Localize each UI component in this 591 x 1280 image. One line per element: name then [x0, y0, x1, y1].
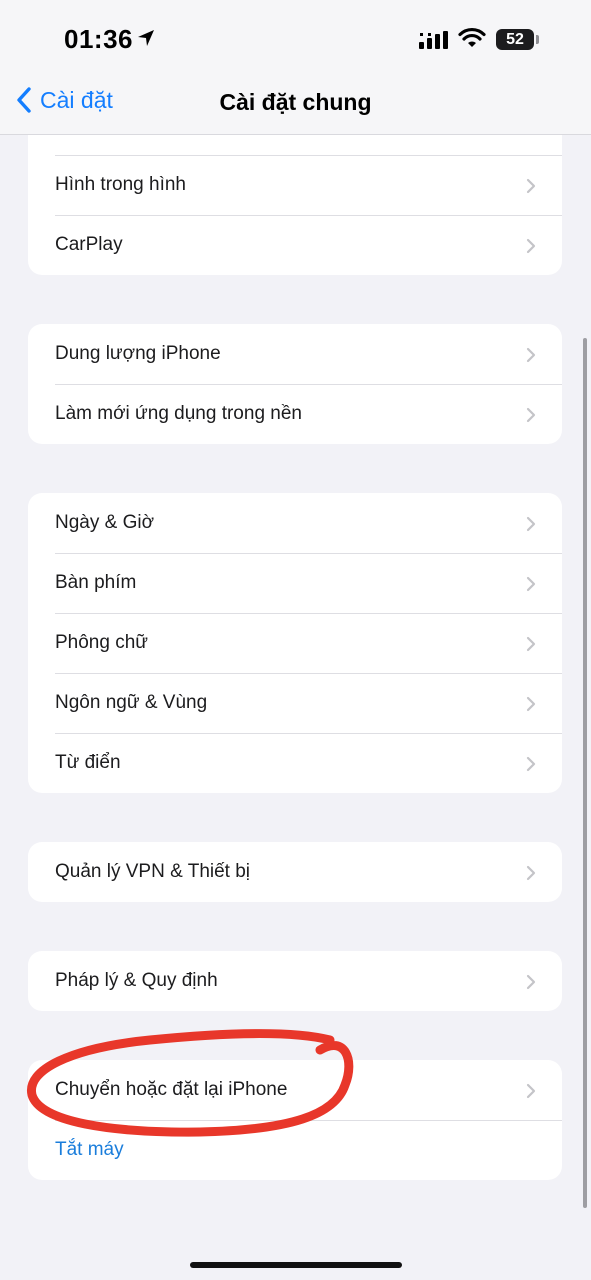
- settings-row-legal-regulatory[interactable]: Pháp lý & Quy định: [28, 951, 562, 1011]
- row-label: Hình trong hình: [55, 174, 186, 195]
- shut-down-label: Tắt máy: [55, 1139, 124, 1160]
- settings-row-keyboard[interactable]: Bàn phím: [28, 553, 562, 613]
- battery-level: 52: [506, 31, 524, 48]
- row-label: Chuyển hoặc đặt lại iPhone: [55, 1079, 288, 1100]
- settings-group-reset: Chuyển hoặc đặt lại iPhone Tắt máy: [28, 1060, 562, 1180]
- settings-row-picture-in-picture[interactable]: Hình trong hình: [28, 155, 562, 215]
- settings-row-carplay[interactable]: CarPlay: [28, 215, 562, 275]
- settings-row-date-time[interactable]: Ngày & Giờ: [28, 493, 562, 553]
- row-label: Phông chữ: [55, 632, 149, 653]
- location-arrow-icon: [138, 30, 154, 46]
- settings-group-language: Ngày & Giờ Bàn phím Phông chữ Ngôn ngữ &…: [28, 493, 562, 793]
- chevron-right-icon: [526, 238, 536, 254]
- chevron-right-icon: [526, 576, 536, 592]
- settings-row-language-region[interactable]: Ngôn ngữ & Vùng: [28, 673, 562, 733]
- settings-row-transfer-reset-iphone[interactable]: Chuyển hoặc đặt lại iPhone: [28, 1060, 562, 1120]
- chevron-right-icon: [526, 516, 536, 532]
- chevron-right-icon: [526, 347, 536, 363]
- chevron-right-icon: [526, 178, 536, 194]
- scroll-indicator[interactable]: [583, 338, 587, 1208]
- row-label: Làm mới ứng dụng trong nền: [55, 403, 302, 424]
- settings-row-partial[interactable]: [28, 135, 562, 155]
- row-label: Dung lượng iPhone: [55, 343, 221, 364]
- settings-list[interactable]: Hình trong hình CarPlay Dung lượng iPhon…: [0, 135, 591, 1280]
- row-label: CarPlay: [55, 234, 123, 255]
- navigation-bar: Cài đặt Cài đặt chung: [0, 72, 591, 135]
- row-label: Ngôn ngữ & Vùng: [55, 692, 208, 713]
- cellular-signal-icon: [419, 31, 448, 49]
- row-label: Từ điển: [55, 752, 121, 773]
- home-indicator[interactable]: [190, 1262, 402, 1268]
- row-label: Quản lý VPN & Thiết bị: [55, 861, 251, 882]
- settings-row-dictionary[interactable]: Từ điển: [28, 733, 562, 793]
- settings-row-fonts[interactable]: Phông chữ: [28, 613, 562, 673]
- row-label: Bàn phím: [55, 572, 137, 593]
- battery-tip: [536, 35, 539, 44]
- shut-down-button[interactable]: Tắt máy: [28, 1120, 562, 1180]
- battery-icon: 52: [496, 29, 534, 50]
- chevron-right-icon: [526, 696, 536, 712]
- settings-row-vpn-device-management[interactable]: Quản lý VPN & Thiết bị: [28, 842, 562, 902]
- settings-group-storage: Dung lượng iPhone Làm mới ứng dụng trong…: [28, 324, 562, 444]
- status-time: 01:36: [64, 24, 133, 54]
- chevron-right-icon: [526, 756, 536, 772]
- chevron-right-icon: [526, 974, 536, 990]
- row-label: Pháp lý & Quy định: [55, 970, 218, 991]
- chevron-right-icon: [526, 407, 536, 423]
- settings-group-legal: Pháp lý & Quy định: [28, 951, 562, 1011]
- chevron-right-icon: [526, 636, 536, 652]
- chevron-right-icon: [526, 865, 536, 881]
- chevron-right-icon: [526, 1083, 536, 1099]
- status-bar: 01:36 52: [0, 0, 591, 72]
- row-label: Ngày & Giờ: [55, 512, 155, 533]
- settings-row-iphone-storage[interactable]: Dung lượng iPhone: [28, 324, 562, 384]
- settings-group-vpn: Quản lý VPN & Thiết bị: [28, 842, 562, 902]
- settings-group-media: Hình trong hình CarPlay: [28, 135, 562, 275]
- settings-row-background-app-refresh[interactable]: Làm mới ứng dụng trong nền: [28, 384, 562, 444]
- page-title: Cài đặt chung: [219, 89, 372, 115]
- wifi-icon: [458, 27, 486, 47]
